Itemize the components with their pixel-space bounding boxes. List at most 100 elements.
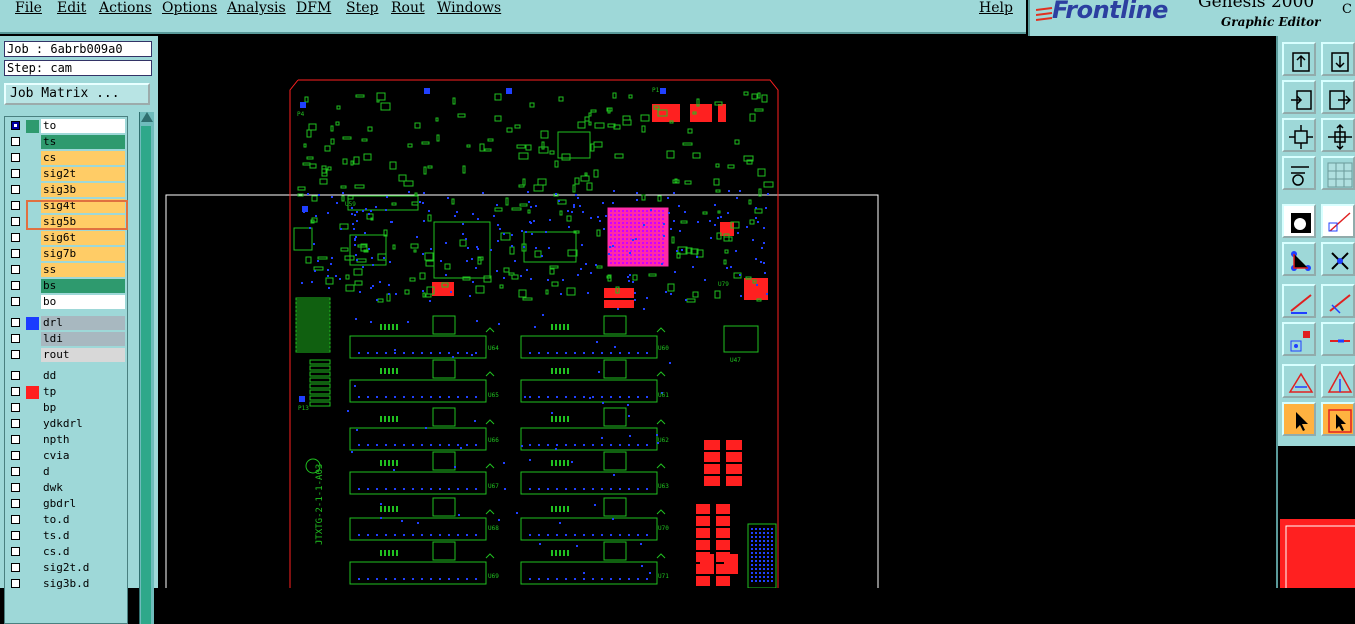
layer-row-sig2t-d[interactable]: sig2t.d	[7, 561, 127, 576]
layer-row-cs-d[interactable]: cs.d	[7, 545, 127, 560]
layer-name[interactable]: sig7b	[41, 247, 125, 261]
layer-row-ts-d[interactable]: ts.d	[7, 529, 127, 544]
layer-checkbox[interactable]	[11, 371, 20, 380]
layer-checkbox[interactable]	[11, 185, 20, 194]
upload-tool-button[interactable]	[1282, 42, 1316, 76]
layer-row-gbdrl[interactable]: gbdrl	[7, 497, 127, 512]
pointer-box-tool-button[interactable]	[1321, 402, 1355, 436]
layer-name[interactable]: ts	[41, 135, 125, 149]
pad-tool-button[interactable]	[1282, 204, 1316, 238]
layer-name[interactable]: sig3b.d	[41, 577, 125, 591]
graphic-canvas[interactable]: U64 U65 U66 U67 U68 U69 U60 U61 U62 U63 U70 U71 P1 P4…	[158, 36, 1276, 588]
layer-checkbox[interactable]	[11, 265, 20, 274]
layer-name[interactable]: sig5b	[41, 215, 125, 229]
layer-row-sig4t[interactable]: sig4t	[7, 199, 127, 214]
layer-checkbox[interactable]	[11, 217, 20, 226]
layer-name[interactable]: cvia	[41, 449, 125, 463]
scroll-up-icon[interactable]	[141, 112, 153, 122]
layer-name[interactable]: sig6t	[41, 231, 125, 245]
layer-row-sig7b[interactable]: sig7b	[7, 247, 127, 262]
layer-scrollbar[interactable]	[139, 112, 154, 624]
layer-name[interactable]: gbdrl	[41, 497, 125, 511]
layer-name[interactable]: bp	[41, 401, 125, 415]
slope-edit-tool-button[interactable]	[1321, 284, 1355, 318]
menu-actions[interactable]: Actions	[99, 0, 152, 16]
layer-row-ydkdrl[interactable]: ydkdrl	[7, 417, 127, 432]
layer-name[interactable]: to.d	[41, 513, 125, 527]
cut-tool-button[interactable]	[1321, 242, 1355, 276]
grid-tool-button[interactable]	[1321, 156, 1355, 190]
layer-name[interactable]: dd	[41, 369, 125, 383]
layer-name[interactable]: ydkdrl	[41, 417, 125, 431]
layer-row-bp[interactable]: bp	[7, 401, 127, 416]
layer-row-sig3b[interactable]: sig3b	[7, 183, 127, 198]
layer-checkbox[interactable]	[11, 531, 20, 540]
menu-windows[interactable]: Windows	[437, 0, 501, 16]
layer-checkbox[interactable]	[11, 334, 20, 343]
layer-row-sig5b[interactable]: sig5b	[7, 215, 127, 230]
layer-checkbox[interactable]	[11, 499, 20, 508]
layer-checkbox[interactable]	[11, 233, 20, 242]
layer-row-dd[interactable]: dd	[7, 369, 127, 384]
layer-row-rout[interactable]: rout	[7, 348, 127, 363]
layer-name[interactable]: sig2t	[41, 167, 125, 181]
layer-checkbox[interactable]	[11, 281, 20, 290]
layer-name[interactable]: sig3b	[41, 183, 125, 197]
layer-row-d[interactable]: d	[7, 465, 127, 480]
layer-checkbox[interactable]	[11, 121, 20, 130]
layer-name[interactable]: cs.d	[41, 545, 125, 559]
layer-row-ss[interactable]: ss	[7, 263, 127, 278]
menu-help[interactable]: Help	[979, 0, 1013, 16]
layer-checkbox[interactable]	[11, 515, 20, 524]
pointer-tool-button[interactable]	[1282, 402, 1316, 436]
pcb-view[interactable]: U64 U65 U66 U67 U68 U69 U60 U61 U62 U63 U70 U71 P1 P4…	[158, 36, 1276, 588]
connect-tool-button[interactable]	[1282, 242, 1316, 276]
layer-name[interactable]: cs	[41, 151, 125, 165]
menu-step[interactable]: Step	[346, 0, 378, 16]
layer-row-ldi[interactable]: ldi	[7, 332, 127, 347]
menu-rout[interactable]: Rout	[391, 0, 425, 16]
job-matrix-button[interactable]: Job Matrix ...	[4, 83, 150, 105]
menu-analysis[interactable]: Analysis	[227, 0, 286, 16]
layer-checkbox[interactable]	[11, 350, 20, 359]
layer-row-cs[interactable]: cs	[7, 151, 127, 166]
download-tool-button[interactable]	[1321, 42, 1355, 76]
move-tool-button[interactable]	[1321, 118, 1355, 152]
layer-checkbox[interactable]	[11, 169, 20, 178]
layer-checkbox[interactable]	[11, 318, 20, 327]
layer-name[interactable]: tp	[41, 385, 125, 399]
layer-row-to-d[interactable]: to.d	[7, 513, 127, 528]
layer-name[interactable]: sig2t.d	[41, 561, 125, 575]
layer-checkbox[interactable]	[11, 297, 20, 306]
layer-checkbox[interactable]	[11, 419, 20, 428]
layer-checkbox[interactable]	[11, 579, 20, 588]
layer-checkbox[interactable]	[11, 547, 20, 556]
layer-row-ts[interactable]: ts	[7, 135, 127, 150]
layer-color-swatch[interactable]	[26, 317, 39, 330]
layer-row-cvia[interactable]: cvia	[7, 449, 127, 464]
minus-tool-button[interactable]	[1321, 322, 1355, 356]
layer-checkbox[interactable]	[11, 403, 20, 412]
scroll-thumb[interactable]	[141, 126, 151, 624]
layer-row-sig3b-d[interactable]: sig3b.d	[7, 577, 127, 592]
layer-name[interactable]: rout	[41, 348, 125, 362]
layer-name[interactable]: ss	[41, 263, 125, 277]
layer-name[interactable]: drl	[41, 316, 125, 330]
export-tool-button[interactable]	[1321, 80, 1355, 114]
menu-dfm[interactable]: DFM	[296, 0, 331, 16]
layer-name[interactable]: sig4t	[41, 199, 125, 213]
fit-tool-button[interactable]	[1282, 118, 1316, 152]
layer-name[interactable]: npth	[41, 433, 125, 447]
layer-row-to[interactable]: to	[7, 119, 127, 134]
layer-row-sig2t[interactable]: sig2t	[7, 167, 127, 182]
layer-row-sig6t[interactable]: sig6t	[7, 231, 127, 246]
layer-row-drl[interactable]: drl	[7, 316, 127, 331]
layer-row-bo[interactable]: bo	[7, 295, 127, 310]
layer-name[interactable]: bo	[41, 295, 125, 309]
layer-checkbox[interactable]	[11, 435, 20, 444]
layer-name[interactable]: bs	[41, 279, 125, 293]
layer-name[interactable]: ldi	[41, 332, 125, 346]
triangle-tool-button[interactable]	[1282, 364, 1316, 398]
layer-color-swatch[interactable]	[26, 386, 39, 399]
layer-color-swatch[interactable]	[26, 120, 39, 133]
